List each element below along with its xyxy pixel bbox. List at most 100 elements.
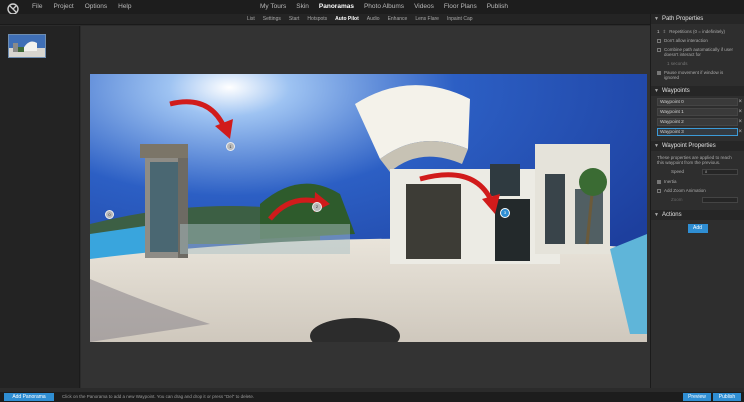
inertia-label: Inertia [664, 179, 677, 184]
nav-videos[interactable]: Videos [414, 3, 434, 10]
zoom-row: Zoom [651, 195, 744, 205]
add-panorama-button[interactable]: Add Panorama [4, 393, 54, 401]
collapse-arrow-icon: ▼ [654, 88, 659, 94]
section-title: Actions [661, 212, 682, 218]
zoom-label: Zoom [671, 197, 683, 202]
editor-canvas: 0 1 2 3 [81, 26, 650, 388]
waypoint-properties-desc: These properties are applied to reach th… [651, 153, 744, 167]
zoom-anim-checkbox[interactable] [657, 189, 661, 193]
menu-bar: File Project Options Help My Tours Skin … [0, 0, 744, 15]
waypoint-item-0[interactable]: Waypoint 0 × [657, 98, 742, 106]
speed-input[interactable]: 8 [702, 169, 738, 175]
waypoint-marker-label: 0 [108, 212, 111, 217]
panorama-thumbnail[interactable] [8, 34, 46, 58]
collapse-arrow-icon: ▼ [654, 16, 659, 22]
waypoint-item-2[interactable]: Waypoint 2 × [657, 118, 742, 126]
actions-header[interactable]: ▼ Actions [651, 210, 744, 220]
status-bar: Add Panorama Click on the Panorama to ad… [0, 392, 744, 402]
menu-file[interactable]: File [32, 3, 42, 10]
path-properties-header[interactable]: ▼ Path Properties [651, 14, 744, 24]
menu-help[interactable]: Help [118, 3, 131, 10]
section-title: Waypoints [661, 88, 690, 94]
speed-row: Speed 8 [651, 167, 744, 177]
tab-settings[interactable]: Settings [263, 16, 281, 22]
dont-allow-label: Don't allow interaction [664, 38, 708, 43]
nav-publish[interactable]: Publish [487, 3, 508, 10]
tab-lens-flare[interactable]: Lens Flare [415, 16, 439, 22]
repetitions-value[interactable]: 1 [657, 29, 660, 34]
zoom-anim-row: Add Zoom Animation [651, 186, 744, 195]
collapse-arrow-icon: ▼ [654, 212, 659, 218]
section-title: Path Properties [661, 16, 704, 22]
inertia-checkbox[interactable] [657, 180, 661, 184]
section-title: Waypoint Properties [661, 143, 716, 149]
menu-left: File Project Options Help [32, 3, 132, 10]
combine-row: Combine path automatically if user doesn… [651, 45, 744, 59]
nav-panoramas[interactable]: Panoramas [319, 3, 354, 10]
waypoint-marker-label: 3 [503, 210, 507, 215]
seconds-row: 1 seconds [651, 59, 744, 68]
tab-hotspots[interactable]: Hotspots [307, 16, 327, 22]
collapse-arrow-icon: ▼ [654, 143, 659, 149]
combine-checkbox[interactable] [657, 48, 661, 52]
menu-options[interactable]: Options [85, 3, 107, 10]
waypoint-label: Waypoint 2 [660, 119, 684, 125]
waypoint-marker-2[interactable]: 2 [312, 202, 322, 212]
waypoint-marker-3-selected[interactable]: 3 [500, 208, 510, 218]
tab-auto-pilot[interactable]: Auto Pilot [335, 16, 359, 22]
desc-text: These properties are applied to reach th… [657, 155, 732, 165]
delete-icon[interactable]: × [738, 119, 742, 125]
waypoint-label: Waypoint 1 [660, 109, 684, 115]
status-hint: Click on the Panorama to add a new Waypo… [62, 394, 255, 399]
tab-start[interactable]: Start [289, 16, 300, 22]
nav-skin[interactable]: Skin [296, 3, 309, 10]
waypoint-item-3[interactable]: Waypoint 3 × [657, 128, 742, 136]
waypoint-marker-1[interactable]: 1 [226, 142, 235, 151]
waypoint-marker-label: 2 [315, 204, 319, 209]
spinner-icon[interactable]: ⇕ [663, 29, 667, 34]
waypoint-marker-0[interactable]: 0 [105, 210, 114, 219]
delete-icon[interactable]: × [738, 109, 742, 115]
dont-allow-row: Don't allow interaction [651, 36, 744, 45]
pause-label: Pause movement if window is ignored [664, 70, 724, 80]
preview-button[interactable]: Preview [683, 393, 711, 401]
tab-audio[interactable]: Audio [367, 16, 380, 22]
nav-my-tours[interactable]: My Tours [260, 3, 286, 10]
app-window: File Project Options Help My Tours Skin … [0, 0, 744, 402]
menu-project[interactable]: Project [53, 3, 73, 10]
panorama-viewer[interactable]: 0 1 2 3 [90, 74, 647, 342]
nav-floor-plans[interactable]: Floor Plans [444, 3, 477, 10]
waypoint-item-1[interactable]: Waypoint 1 × [657, 108, 742, 116]
dont-allow-checkbox[interactable] [657, 39, 661, 43]
waypoint-marker-label: 1 [229, 144, 232, 149]
waypoint-label: Waypoint 0 [660, 99, 684, 105]
seconds-field[interactable]: 1 seconds [667, 61, 688, 66]
sub-toolbar: List Settings Start Hotspots Auto Pilot … [0, 14, 650, 25]
properties-panel: ▼ Path Properties 1 ⇕ Repetitions (0 = i… [650, 14, 744, 388]
delete-icon[interactable]: × [738, 99, 742, 105]
waypoint-label: Waypoint 3 [660, 129, 684, 135]
panorama-list [0, 26, 80, 388]
publish-button[interactable]: Publish [713, 393, 741, 401]
waypoint-properties-header[interactable]: ▼ Waypoint Properties [651, 141, 744, 151]
inertia-row: Inertia [651, 177, 744, 186]
zoom-input[interactable] [702, 197, 738, 203]
waypoint-list: Waypoint 0 × Waypoint 1 × Waypoint 2 × W… [651, 98, 744, 136]
panorama-image [90, 74, 647, 342]
pause-row: Pause movement if window is ignored [651, 68, 744, 82]
tab-list[interactable]: List [247, 16, 255, 22]
thumbnail-image [9, 35, 45, 57]
nav-photo-albums[interactable]: Photo Albums [364, 3, 404, 10]
speed-label: Speed [671, 169, 685, 174]
repetitions-label: Repetitions (0 = indefinitely) [669, 29, 725, 34]
combine-label: Combine path automatically if user doesn… [664, 47, 734, 57]
repetitions-row: 1 ⇕ Repetitions (0 = indefinitely) [651, 27, 744, 36]
zoom-anim-label: Add Zoom Animation [664, 188, 706, 193]
delete-icon[interactable]: × [738, 129, 742, 135]
pause-checkbox[interactable] [657, 71, 661, 75]
main-nav: My Tours Skin Panoramas Photo Albums Vid… [260, 3, 508, 10]
waypoints-header[interactable]: ▼ Waypoints [651, 86, 744, 96]
tab-inpaint-cap[interactable]: Inpaint Cap [447, 16, 473, 22]
tab-enhance[interactable]: Enhance [388, 16, 408, 22]
add-action-button[interactable]: Add [687, 224, 708, 233]
